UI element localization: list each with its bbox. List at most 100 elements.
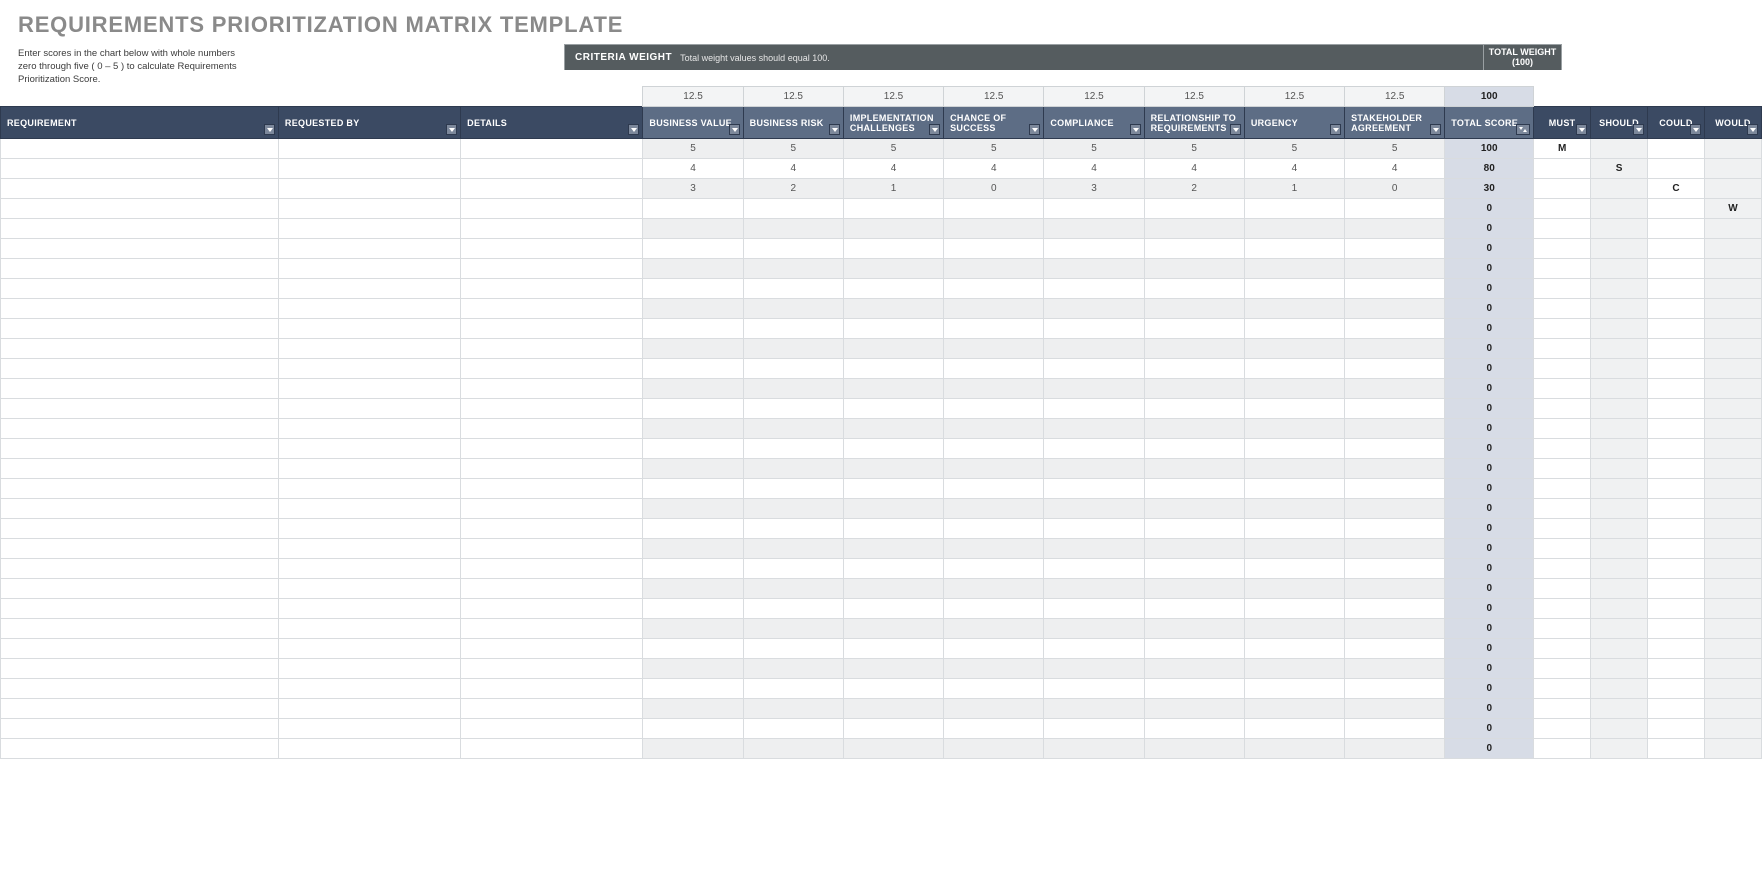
cell-requirement[interactable]	[1, 259, 279, 279]
cell-score[interactable]	[944, 739, 1044, 759]
cell-score[interactable]	[1345, 679, 1445, 699]
cell-score[interactable]	[743, 279, 843, 299]
cell-score[interactable]	[643, 479, 743, 499]
cell-score[interactable]: 3	[643, 179, 743, 199]
cell-requested-by[interactable]	[278, 459, 460, 479]
cell-score[interactable]	[1044, 659, 1144, 679]
cell-score[interactable]	[643, 339, 743, 359]
cell-score[interactable]	[1244, 559, 1344, 579]
cell-requirement[interactable]	[1, 339, 279, 359]
cell-would[interactable]	[1704, 279, 1761, 299]
cell-requested-by[interactable]	[278, 639, 460, 659]
cell-should[interactable]	[1591, 399, 1648, 419]
cell-could[interactable]	[1648, 399, 1705, 419]
cell-details[interactable]	[461, 599, 643, 619]
filter-icon[interactable]	[1230, 124, 1241, 135]
cell-score[interactable]	[1044, 419, 1144, 439]
cell-requested-by[interactable]	[278, 219, 460, 239]
cell-score[interactable]	[1345, 239, 1445, 259]
cell-details[interactable]	[461, 659, 643, 679]
cell-requested-by[interactable]	[278, 139, 460, 159]
cell-would[interactable]	[1704, 379, 1761, 399]
cell-score[interactable]	[944, 219, 1044, 239]
cell-must[interactable]	[1534, 299, 1591, 319]
cell-would[interactable]	[1704, 219, 1761, 239]
cell-requirement[interactable]	[1, 579, 279, 599]
col-stakeholder-agreement[interactable]: STAKEHOLDER AGREEMENT	[1345, 107, 1445, 139]
cell-should[interactable]	[1591, 139, 1648, 159]
cell-would[interactable]	[1704, 239, 1761, 259]
cell-must[interactable]	[1534, 579, 1591, 599]
cell-requirement[interactable]	[1, 559, 279, 579]
cell-score[interactable]	[1345, 399, 1445, 419]
cell-should[interactable]	[1591, 519, 1648, 539]
cell-score[interactable]	[743, 519, 843, 539]
cell-requested-by[interactable]	[278, 659, 460, 679]
cell-score[interactable]	[1244, 499, 1344, 519]
cell-details[interactable]	[461, 399, 643, 419]
cell-requirement[interactable]	[1, 639, 279, 659]
cell-details[interactable]	[461, 179, 643, 199]
cell-must[interactable]	[1534, 399, 1591, 419]
cell-score[interactable]	[1044, 339, 1144, 359]
cell-score[interactable]	[743, 559, 843, 579]
cell-score[interactable]	[843, 219, 943, 239]
cell-details[interactable]	[461, 159, 643, 179]
cell-score[interactable]	[944, 679, 1044, 699]
cell-must[interactable]	[1534, 479, 1591, 499]
col-compliance[interactable]: COMPLIANCE	[1044, 107, 1144, 139]
cell-would[interactable]	[1704, 179, 1761, 199]
cell-score[interactable]	[1345, 579, 1445, 599]
cell-would[interactable]	[1704, 499, 1761, 519]
cell-requested-by[interactable]	[278, 579, 460, 599]
cell-score[interactable]	[1144, 359, 1244, 379]
cell-should[interactable]	[1591, 699, 1648, 719]
cell-details[interactable]	[461, 319, 643, 339]
cell-score[interactable]	[843, 459, 943, 479]
cell-could[interactable]	[1648, 499, 1705, 519]
cell-details[interactable]	[461, 619, 643, 639]
cell-would[interactable]	[1704, 259, 1761, 279]
cell-score[interactable]	[1044, 519, 1144, 539]
cell-score[interactable]	[1144, 539, 1244, 559]
cell-score[interactable]	[1144, 679, 1244, 699]
cell-must[interactable]	[1534, 379, 1591, 399]
cell-score[interactable]	[1244, 399, 1344, 419]
cell-details[interactable]	[461, 519, 643, 539]
cell-score[interactable]	[843, 319, 943, 339]
cell-must[interactable]	[1534, 199, 1591, 219]
cell-details[interactable]	[461, 679, 643, 699]
cell-score[interactable]	[843, 679, 943, 699]
cell-score[interactable]	[944, 239, 1044, 259]
cell-details[interactable]	[461, 239, 643, 259]
cell-must[interactable]	[1534, 439, 1591, 459]
cell-score[interactable]	[843, 479, 943, 499]
cell-score[interactable]	[1244, 299, 1344, 319]
cell-score[interactable]	[1345, 299, 1445, 319]
cell-score[interactable]	[643, 519, 743, 539]
cell-requirement[interactable]	[1, 519, 279, 539]
cell-could[interactable]	[1648, 379, 1705, 399]
cell-would[interactable]	[1704, 539, 1761, 559]
cell-score[interactable]	[944, 439, 1044, 459]
weight-chance-of-success[interactable]: 12.5	[944, 87, 1044, 107]
cell-score[interactable]	[1044, 639, 1144, 659]
cell-score[interactable]	[1144, 219, 1244, 239]
cell-score[interactable]: 1	[843, 179, 943, 199]
cell-score[interactable]	[843, 299, 943, 319]
cell-could[interactable]	[1648, 259, 1705, 279]
cell-should[interactable]	[1591, 599, 1648, 619]
cell-score[interactable]	[1044, 199, 1144, 219]
cell-score[interactable]	[1044, 719, 1144, 739]
cell-would[interactable]	[1704, 679, 1761, 699]
cell-details[interactable]	[461, 479, 643, 499]
cell-score[interactable]	[843, 539, 943, 559]
cell-requirement[interactable]	[1, 459, 279, 479]
cell-score[interactable]	[1244, 679, 1344, 699]
cell-would[interactable]	[1704, 579, 1761, 599]
cell-must[interactable]	[1534, 559, 1591, 579]
cell-score[interactable]	[1144, 319, 1244, 339]
filter-icon[interactable]	[729, 124, 740, 135]
cell-score[interactable]	[743, 319, 843, 339]
cell-details[interactable]	[461, 559, 643, 579]
